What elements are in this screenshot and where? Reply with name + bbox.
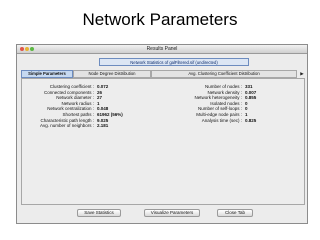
stats-left-column: Clustering coefficient :0.072 Connected … bbox=[24, 84, 123, 129]
stat-label: Analysis time (sec) : bbox=[201, 117, 242, 123]
save-statistics-button[interactable]: Save Statistics bbox=[77, 209, 121, 217]
button-bar: Save Statistics Visualize Parameters Clo… bbox=[17, 209, 307, 219]
stat-value: 2.181 bbox=[97, 123, 109, 129]
stat-label: Avg. number of neighbors : bbox=[40, 123, 94, 129]
tab-node-degree-distribution[interactable]: Node Degree Distribution bbox=[73, 70, 151, 78]
tab-avg-clustering-coefficient-distribution[interactable]: Avg. Clustering Coefficient Distribution bbox=[151, 70, 297, 78]
results-panel-window: Results Panel Network Statistics of galF… bbox=[16, 44, 308, 224]
stat-row: Analysis time (sec) :0.825 bbox=[172, 117, 257, 124]
stats-right-column: Number of nodes :331 Network density :0.… bbox=[172, 84, 256, 123]
network-statistics-header: Network Statistics of galFiltered.sif (u… bbox=[99, 58, 249, 66]
simple-parameters-content: Clustering coefficient :0.072 Connected … bbox=[21, 78, 305, 205]
window-title: Results Panel bbox=[146, 46, 178, 52]
close-tab-button[interactable]: Close Tab bbox=[217, 209, 253, 217]
tab-simple-parameters[interactable]: Simple Parameters bbox=[21, 70, 73, 78]
stat-row: Avg. number of neighbors :2.181 bbox=[24, 123, 123, 129]
tab-bar: Simple Parameters Node Degree Distributi… bbox=[21, 70, 305, 78]
stat-value: 0.825 bbox=[245, 117, 257, 123]
window-titlebar: Results Panel bbox=[17, 45, 307, 54]
right-arrow-icon[interactable]: ▶ bbox=[299, 70, 305, 78]
slide-title: Network Parameters bbox=[82, 10, 238, 29]
visualize-parameters-button[interactable]: Visualize Parameters bbox=[144, 209, 200, 217]
